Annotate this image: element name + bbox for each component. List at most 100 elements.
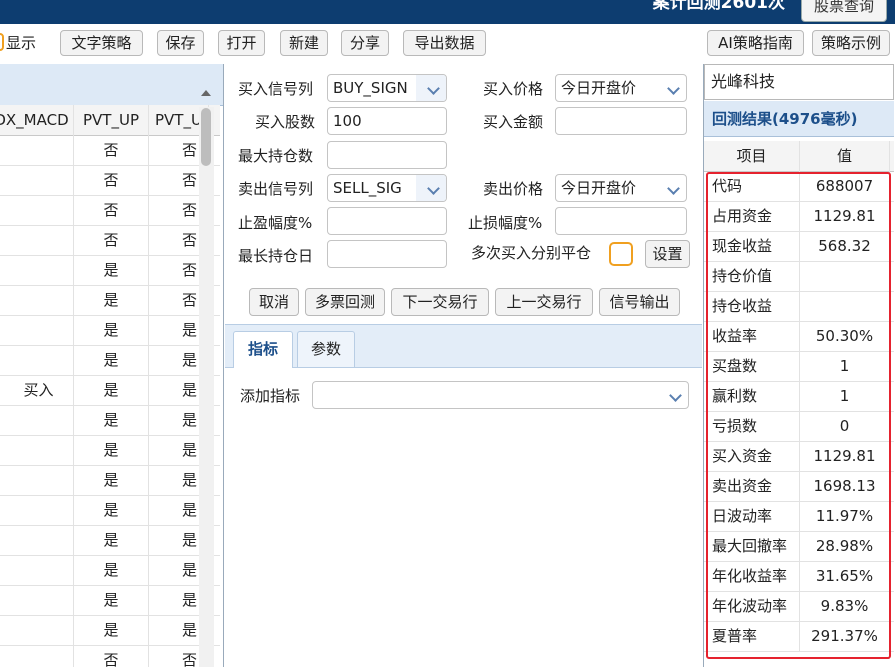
backtest-results-panel: 光峰科技 回测结果(4976毫秒) 项目 值 代码 688007 占用资金 1129.…	[703, 64, 895, 667]
result-key: 年化收益率	[704, 561, 800, 591]
table-cell: 是	[74, 555, 149, 585]
table-cell	[0, 615, 74, 645]
tab-indicators[interactable]: 指标	[233, 331, 293, 368]
result-value: 688007	[800, 171, 890, 201]
table-row[interactable]: 是是	[0, 435, 220, 466]
strategy-example-button[interactable]: 策略示例	[812, 30, 890, 56]
table-row[interactable]: 是是	[0, 465, 220, 496]
result-value: 1129.81	[800, 201, 890, 231]
result-row: 夏普率 291.37%	[704, 621, 894, 652]
sell-signal-select[interactable]: SELL_SIG	[327, 174, 447, 202]
result-key: 夏普率	[704, 621, 800, 651]
buy-signal-label: 买入信号列	[238, 80, 314, 98]
ai-strategy-guide-button[interactable]: AI策略指南	[707, 30, 804, 56]
buy-shares-input[interactable]: 100	[327, 107, 447, 135]
table-row[interactable]: 是是	[0, 525, 220, 556]
table-row[interactable]: 是是	[0, 495, 220, 526]
export-data-button[interactable]: 导出数据	[403, 30, 486, 56]
stop-loss-input[interactable]	[555, 207, 687, 235]
signal-output-button[interactable]: 信号输出	[599, 288, 680, 316]
table-row[interactable]: 是是	[0, 345, 220, 376]
buy-amount-input[interactable]	[555, 107, 687, 135]
add-indicator-select[interactable]	[312, 381, 689, 409]
buy-signal-select[interactable]: BUY_SIGN	[327, 74, 447, 102]
table-row[interactable]: 是否	[0, 285, 220, 316]
result-value: 9.83%	[800, 591, 890, 621]
result-row: 亏损数 0	[704, 411, 894, 442]
table-cell	[0, 165, 74, 195]
table-cell	[0, 405, 74, 435]
show-checkbox[interactable]	[0, 33, 4, 51]
result-key: 持仓价值	[704, 261, 800, 291]
table-row[interactable]: 否否	[0, 195, 220, 226]
chevron-down-icon	[669, 389, 682, 402]
tab-bar: 指标 参数	[225, 324, 702, 368]
table-cell: 是	[74, 525, 149, 555]
next-trade-row-button[interactable]: 下一交易行	[391, 288, 489, 316]
table-row[interactable]: 是是	[0, 585, 220, 616]
result-value: 31.65%	[800, 561, 890, 591]
stock-query-button[interactable]: 股票查询	[801, 0, 887, 22]
result-value: 1698.13	[800, 471, 890, 501]
table-row[interactable]: 否否	[0, 225, 220, 256]
result-row: 代码 688007	[704, 171, 894, 202]
multi-buy-close-checkbox[interactable]	[609, 242, 633, 266]
table-row[interactable]: 否否	[0, 645, 220, 667]
column-header-item[interactable]: 项目	[704, 141, 800, 171]
sell-price-select[interactable]: 今日开盘价	[555, 174, 687, 202]
column-header[interactable]: DX_MACD	[0, 105, 74, 135]
vertical-scrollbar[interactable]	[199, 107, 214, 667]
table-row[interactable]: 否否	[0, 165, 220, 196]
save-button[interactable]: 保存	[157, 30, 204, 56]
multi-stock-backtest-button[interactable]: 多票回测	[305, 288, 385, 316]
text-strategy-button[interactable]: 文字策略	[60, 30, 143, 56]
tab-parameters[interactable]: 参数	[297, 331, 355, 367]
scrollbar-thumb[interactable]	[201, 108, 211, 166]
table-row[interactable]: 是否	[0, 255, 220, 286]
open-button[interactable]: 打开	[218, 30, 265, 56]
table-cell: 是	[74, 465, 149, 495]
table-row[interactable]: 否否	[0, 135, 220, 166]
table-cell	[0, 495, 74, 525]
settings-button[interactable]: 设置	[645, 240, 690, 268]
table-cell: 否	[74, 165, 149, 195]
result-row: 占用资金 1129.81	[704, 201, 894, 232]
table-row[interactable]: 是是	[0, 555, 220, 586]
table-cell	[0, 435, 74, 465]
cancel-button[interactable]: 取消	[249, 288, 299, 316]
share-button[interactable]: 分享	[341, 30, 389, 56]
table-cell: 是	[74, 285, 149, 315]
result-key: 亏损数	[704, 411, 800, 441]
max-hold-days-input[interactable]	[327, 240, 447, 268]
sell-signal-label: 卖出信号列	[238, 180, 314, 198]
table-row[interactable]: 是是	[0, 405, 220, 436]
table-cell: 否	[74, 645, 149, 667]
table-cell	[0, 555, 74, 585]
stock-name-field[interactable]: 光峰科技	[704, 64, 894, 100]
result-key: 现金收益	[704, 231, 800, 261]
new-button[interactable]: 新建	[280, 30, 328, 56]
stop-loss-label: 止损幅度%	[468, 214, 543, 232]
table-cell	[0, 135, 74, 165]
result-key: 代码	[704, 171, 800, 201]
table-row[interactable]: 买入是是	[0, 375, 220, 406]
buy-price-label: 买入价格	[483, 80, 544, 98]
take-profit-input[interactable]	[327, 207, 447, 235]
table-cell: 是	[74, 495, 149, 525]
result-value: 568.32	[800, 231, 890, 261]
column-header[interactable]: PVT_UP	[74, 105, 149, 135]
chevron-down-icon	[667, 82, 680, 95]
table-row[interactable]: 是是	[0, 615, 220, 646]
result-value: 1	[800, 381, 890, 411]
result-row: 收益率 50.30%	[704, 321, 894, 352]
table-row[interactable]: 是是	[0, 315, 220, 346]
prev-trade-row-button[interactable]: 上一交易行	[495, 288, 593, 316]
result-key: 收益率	[704, 321, 800, 351]
buy-price-select[interactable]: 今日开盘价	[555, 74, 687, 102]
column-header-value[interactable]: 值	[800, 141, 890, 171]
table-cell	[0, 225, 74, 255]
table-cell: 否	[74, 135, 149, 165]
max-positions-input[interactable]	[327, 141, 447, 169]
scroll-up-arrow-icon[interactable]	[201, 90, 211, 96]
table-cell: 否	[74, 195, 149, 225]
